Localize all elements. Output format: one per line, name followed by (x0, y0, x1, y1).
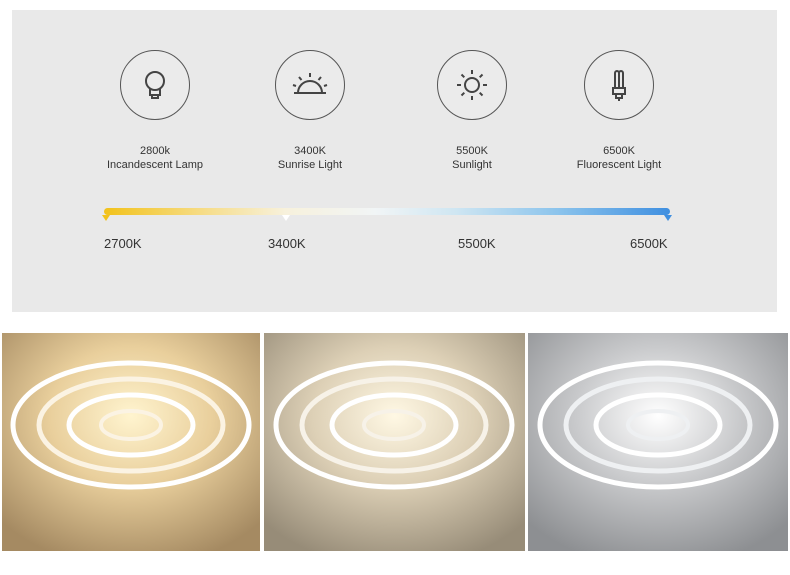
tick-6500k (664, 215, 672, 221)
warm-light-photo (2, 333, 260, 551)
sunlight-name: Sunlight (452, 159, 492, 171)
tick-2700k (102, 215, 110, 221)
fluorescent-tube-icon (584, 50, 654, 120)
sunlight-label: 5500K Sunlight (402, 144, 542, 172)
fluorescent-temp: 6500K (603, 145, 635, 157)
sunrise-group: 3400K Sunrise Light (240, 50, 380, 172)
incandescent-temp: 2800k (140, 145, 170, 157)
fluorescent-group: 6500K Fluorescent Light (549, 50, 689, 172)
cool-light-photo (528, 333, 788, 551)
color-temperature-panel: 2800k Incandescent Lamp 3400K Sunrise Li… (12, 10, 777, 312)
incandescent-lamp-label: 2800k Incandescent Lamp (85, 144, 225, 172)
sunrise-label: 3400K Sunrise Light (240, 144, 380, 172)
neutral-light-photo (264, 333, 525, 551)
fluorescent-name: Fluorescent Light (576, 159, 662, 171)
sunrise-name: Sunrise Light (277, 159, 343, 171)
scale-label-5500k: 5500K (458, 236, 496, 251)
incandescent-name: Incandescent Lamp (106, 159, 203, 171)
scale-label-6500k: 6500K (630, 236, 668, 251)
sunlight-temp: 5500K (456, 145, 488, 157)
sunrise-icon (275, 50, 345, 120)
incandescent-lamp-group: 2800k Incandescent Lamp (85, 50, 225, 172)
tick-3400k (282, 215, 290, 221)
incandescent-lamp-icon (120, 50, 190, 120)
fluorescent-label: 6500K Fluorescent Light (549, 144, 689, 172)
sunlight-group: 5500K Sunlight (402, 50, 542, 172)
color-temperature-bar (104, 208, 670, 215)
scale-label-2700k: 2700K (104, 236, 142, 251)
scale-label-3400k: 3400K (268, 236, 306, 251)
sunrise-temp: 3400K (294, 145, 326, 157)
sun-icon (437, 50, 507, 120)
